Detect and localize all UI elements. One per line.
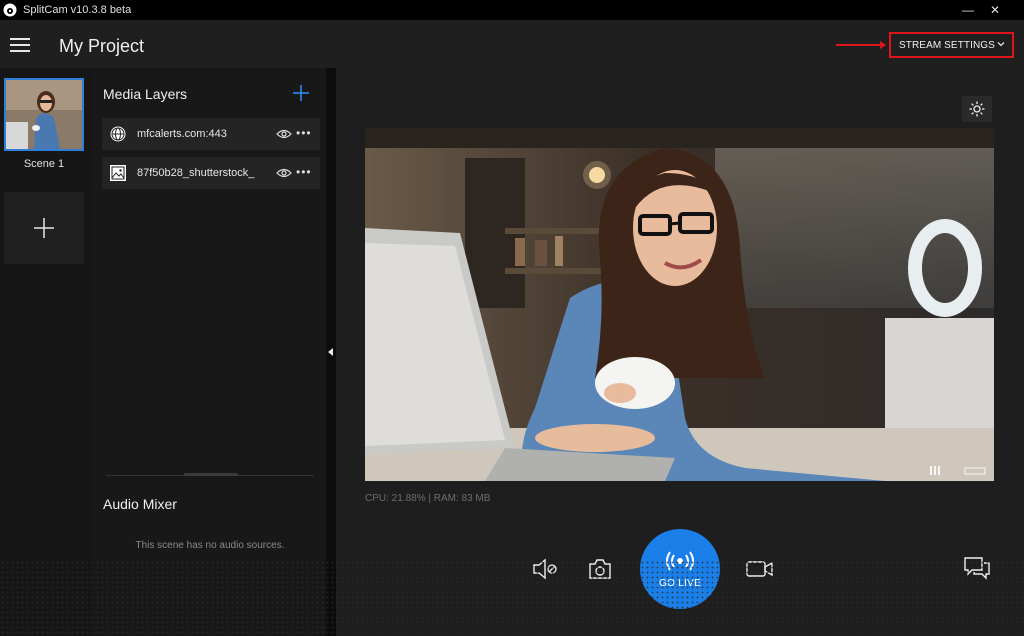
visibility-eye-icon[interactable] <box>276 167 292 179</box>
sun-icon <box>969 101 985 117</box>
layer-name: mfcalerts.com:443 <box>137 128 227 140</box>
collapse-panel-handle[interactable] <box>326 68 336 636</box>
brightness-button[interactable] <box>962 96 992 122</box>
window-title: SplitCam v10.3.8 beta <box>23 4 132 16</box>
cpu-ram-status: CPU: 21.88% | RAM: 83 MB <box>365 493 491 504</box>
globe-icon <box>110 126 126 142</box>
chevron-down-icon <box>997 42 1005 47</box>
add-layer-icon[interactable] <box>292 84 310 102</box>
speaker-muted-icon <box>533 558 557 580</box>
media-layers-panel: Media Layers mfcalerts.com:443 ••• 87f50… <box>94 68 326 636</box>
main-preview-area: CPU: 21.88% | RAM: 83 MB GO LIVE <box>336 68 1024 636</box>
app-header: My Project STREAM SETTINGS <box>0 20 1024 68</box>
scene-thumbnail[interactable] <box>4 78 84 151</box>
stream-settings-button[interactable]: STREAM SETTINGS <box>889 32 1014 58</box>
project-title: My Project <box>59 36 145 56</box>
audio-mixer-heading: Audio Mixer <box>103 496 177 512</box>
title-bar: SplitCam v10.3.8 beta — ✕ <box>0 0 1024 20</box>
record-video-button[interactable] <box>744 556 776 582</box>
media-layers-heading: Media Layers <box>103 86 188 102</box>
go-live-label: GO LIVE <box>658 577 702 589</box>
chat-bubbles-icon <box>964 557 990 580</box>
splitcam-logo-icon <box>3 3 17 17</box>
collapse-arrow-icon <box>328 348 333 356</box>
scene-label: Scene 1 <box>23 158 65 170</box>
preview-image <box>365 128 994 481</box>
snapshot-button[interactable] <box>586 556 614 582</box>
layer-name: 87f50b28_shutterstock_ <box>137 167 255 179</box>
close-button[interactable]: ✕ <box>980 0 1010 20</box>
chat-button[interactable] <box>962 554 992 582</box>
minimize-button[interactable]: — <box>953 0 983 20</box>
audio-empty-message: This scene has no audio sources. <box>135 540 285 551</box>
visibility-eye-icon[interactable] <box>276 128 292 140</box>
video-camera-icon <box>746 561 773 577</box>
scenes-panel: Scene 1 <box>0 68 94 636</box>
video-preview[interactable] <box>365 128 994 481</box>
camera-icon <box>589 559 611 579</box>
broadcast-icon <box>666 550 694 571</box>
resize-handle[interactable] <box>184 473 238 476</box>
mute-speaker-button[interactable] <box>530 556 560 582</box>
add-scene-button[interactable] <box>4 192 84 264</box>
layer-item[interactable]: 87f50b28_shutterstock_ ••• <box>102 157 320 189</box>
menu-icon[interactable] <box>10 38 30 52</box>
image-icon <box>110 165 126 181</box>
stream-settings-label: STREAM SETTINGS <box>899 39 995 51</box>
more-options-icon[interactable]: ••• <box>296 165 312 179</box>
layer-item[interactable]: mfcalerts.com:443 ••• <box>102 118 320 150</box>
annotation-arrow <box>836 41 886 49</box>
scene-preview-image <box>6 80 82 149</box>
plus-icon <box>34 218 54 238</box>
more-options-icon[interactable]: ••• <box>296 126 312 140</box>
go-live-button[interactable]: GO LIVE <box>640 529 720 609</box>
